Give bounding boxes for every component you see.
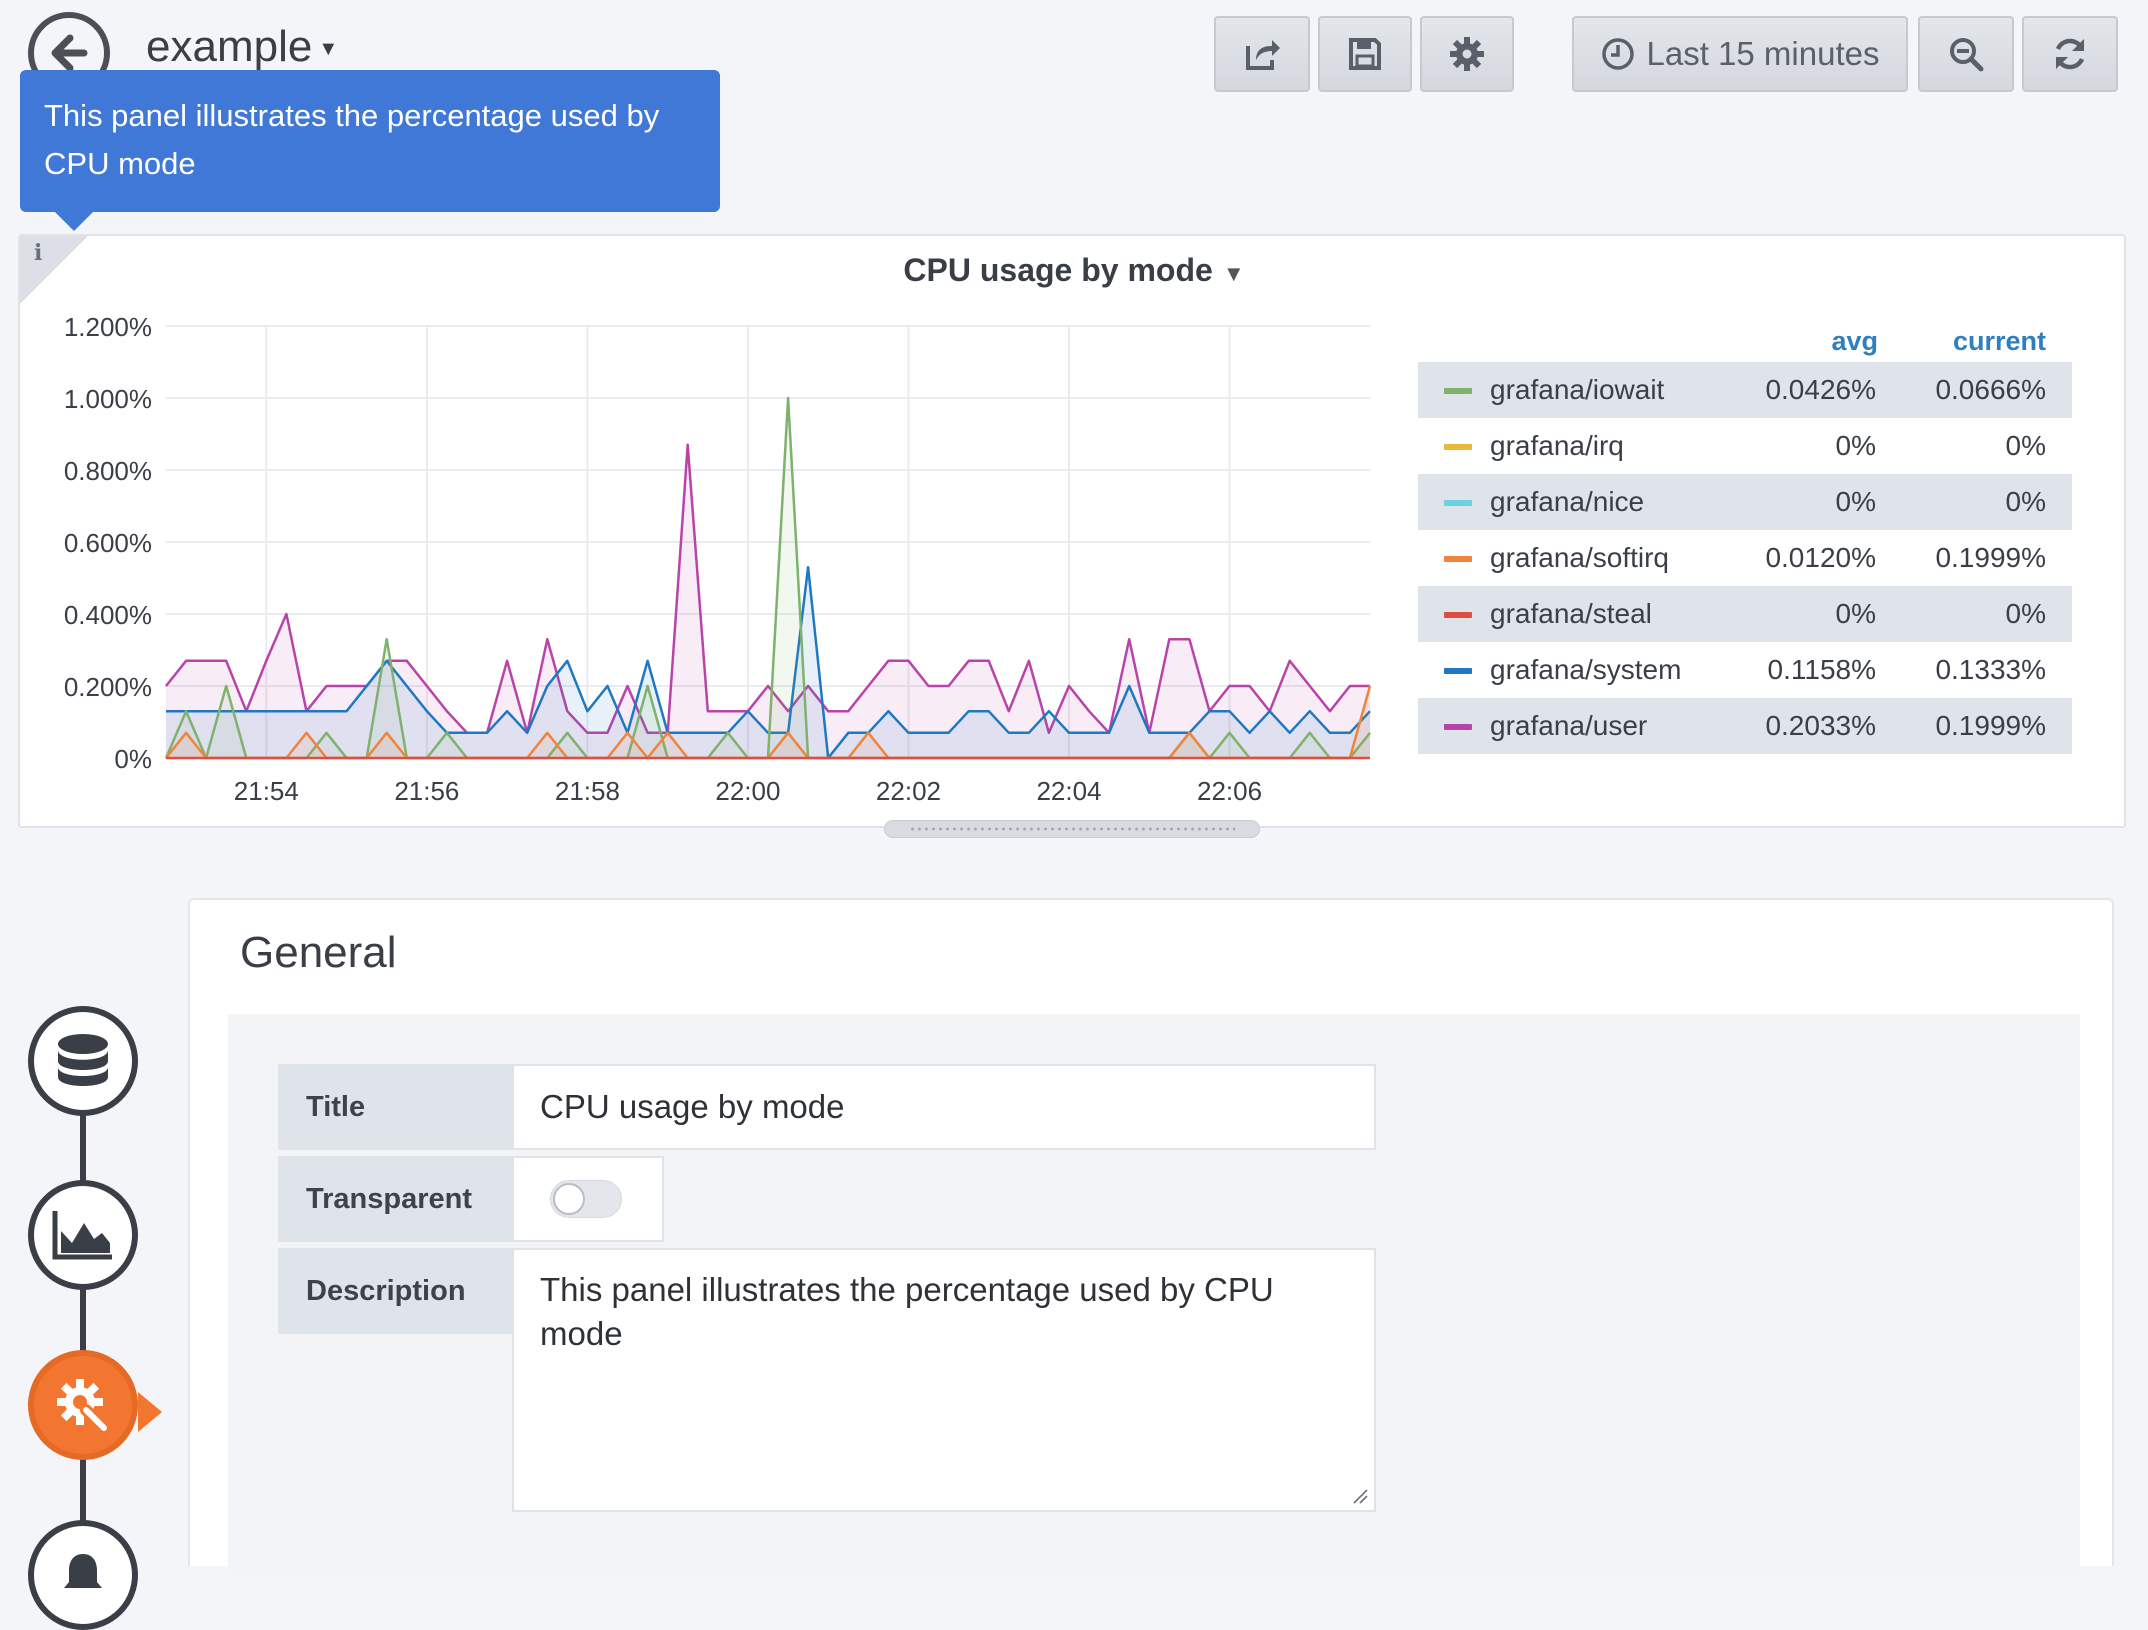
series-color-swatch[interactable] (1444, 724, 1472, 730)
legend-row[interactable]: grafana/iowait 0.0426% 0.0666% (1418, 362, 2072, 418)
legend-col-current[interactable]: current (1953, 326, 2046, 357)
time-range-label: Last 15 minutes (1646, 35, 1880, 72)
y-tick-label: 0.400% (64, 600, 152, 630)
legend-row[interactable]: grafana/irq 0% 0% (1418, 418, 2072, 474)
gear-icon (1450, 37, 1484, 71)
legend-row[interactable]: grafana/system 0.1158% 0.1333% (1418, 642, 2072, 698)
transparent-label: Transparent (278, 1156, 514, 1242)
description-label: Description (278, 1248, 514, 1334)
step-visualization[interactable] (28, 1180, 138, 1290)
time-range-button[interactable]: Last 15 minutes (1572, 16, 1908, 92)
description-textarea-value: This panel illustrates the percentage us… (540, 1271, 1274, 1352)
legend-series-name[interactable]: grafana/steal (1490, 598, 1652, 630)
legend-avg-value: 0% (1835, 598, 1876, 629)
title-input-value: CPU usage by mode (540, 1088, 845, 1125)
bell-icon (64, 1554, 102, 1588)
x-tick-label: 22:04 (1036, 776, 1101, 806)
textarea-resize-icon[interactable] (1352, 1488, 1368, 1504)
legend-series-name[interactable]: grafana/iowait (1490, 374, 1664, 406)
y-tick-label: 1.200% (64, 312, 152, 342)
legend-avg-value: 0% (1835, 430, 1876, 461)
legend-avg-value: 0.1158% (1767, 654, 1876, 685)
step-queries[interactable] (28, 1006, 138, 1116)
x-tick-label: 22:00 (715, 776, 780, 806)
legend-series-name[interactable]: grafana/irq (1490, 430, 1624, 462)
section-title: General (240, 928, 397, 977)
general-options: Title CPU usage by mode Transparent Desc… (228, 1014, 2080, 1574)
toggle-knob (553, 1183, 585, 1215)
description-tooltip: This panel illustrates the percentage us… (20, 70, 720, 212)
legend-avg-value: 0.0120% (1765, 542, 1876, 573)
legend-current-value: 0.1999% (1935, 710, 2046, 741)
panel-resize-handle[interactable] (884, 820, 1260, 838)
x-tick-label: 22:02 (876, 776, 941, 806)
series-color-swatch[interactable] (1444, 388, 1472, 394)
legend-current-value: 0% (2005, 486, 2046, 517)
y-tick-label: 0.800% (64, 456, 152, 486)
legend-current-value: 0% (2005, 598, 2046, 629)
legend-avg-value: 0% (1835, 486, 1876, 517)
legend-series-name[interactable]: grafana/system (1490, 654, 1681, 686)
series-color-swatch[interactable] (1444, 500, 1472, 506)
step-alert[interactable] (28, 1520, 138, 1630)
legend-col-avg[interactable]: avg (1831, 326, 1878, 357)
legend-current-value: 0.1999% (1935, 542, 2046, 573)
legend-row[interactable]: grafana/nice 0% 0% (1418, 474, 2072, 530)
gear-wrench-icon (57, 1379, 110, 1434)
transparent-toggle-box[interactable] (512, 1156, 664, 1242)
share-icon (1246, 40, 1280, 70)
legend-current-value: 0.1333% (1935, 654, 2046, 685)
y-tick-label: 0.200% (64, 672, 152, 702)
description-textarea[interactable]: This panel illustrates the percentage us… (512, 1248, 1376, 1512)
dashboard-title-text: example (146, 22, 313, 71)
tooltip-arrow (54, 211, 94, 231)
tooltip-text: This panel illustrates the percentage us… (44, 98, 660, 181)
zoom-out-button[interactable] (1918, 16, 2014, 92)
legend-series-name[interactable]: grafana/user (1490, 710, 1647, 742)
database-icon (58, 1034, 108, 1086)
series-color-swatch[interactable] (1444, 556, 1472, 562)
series-color-swatch[interactable] (1444, 668, 1472, 674)
refresh-icon (2055, 38, 2085, 70)
x-tick-label: 22:06 (1197, 776, 1262, 806)
active-step-arrow (138, 1392, 162, 1432)
legend-avg-value: 0.0426% (1765, 374, 1876, 405)
y-tick-label: 0.600% (64, 528, 152, 558)
step-general[interactable] (28, 1350, 138, 1460)
wizard-rail (80, 1110, 86, 1570)
legend-current-value: 0.0666% (1935, 374, 2046, 405)
cpu-usage-chart[interactable]: 0% 0.200% 0.400% 0.600% 0.800% 1.000% 1.200% 21… (20, 236, 1410, 830)
save-icon (1349, 38, 1381, 70)
zoom-out-icon (1950, 38, 1984, 72)
legend-table: avg current grafana/iowait 0.0426% 0.0666%… (1418, 318, 2072, 754)
save-button[interactable] (1318, 16, 1412, 92)
y-tick-label: 0% (114, 744, 152, 774)
legend-series-name[interactable]: grafana/softirq (1490, 542, 1669, 574)
graph-panel: i CPU usage by mode ▼ 0% 0.200% 0.400% 0.600… (18, 234, 2126, 828)
y-tick-label: 1.000% (64, 384, 152, 414)
series-color-swatch[interactable] (1444, 612, 1472, 618)
x-tick-label: 21:58 (555, 776, 620, 806)
share-button[interactable] (1214, 16, 1310, 92)
clock-icon (1601, 38, 1634, 70)
legend-series-name[interactable]: grafana/nice (1490, 486, 1644, 518)
legend-row[interactable]: grafana/steal 0% 0% (1418, 586, 2072, 642)
legend-avg-value: 0.2033% (1765, 710, 1876, 741)
legend-current-value: 0% (2005, 430, 2046, 461)
title-label: Title (278, 1064, 514, 1150)
x-tick-label: 21:56 (394, 776, 459, 806)
settings-button[interactable] (1420, 16, 1514, 92)
area-chart-icon (52, 1211, 112, 1260)
dashboard-title[interactable]: example ▼ (146, 22, 338, 72)
legend-header: avg current (1418, 318, 2072, 362)
refresh-button[interactable] (2022, 16, 2118, 92)
chevron-down-icon: ▼ (318, 37, 339, 60)
x-tick-label: 21:54 (234, 776, 299, 806)
title-input[interactable]: CPU usage by mode (512, 1064, 1376, 1150)
legend-row[interactable]: grafana/softirq 0.0120% 0.1999% (1418, 530, 2072, 586)
legend-row[interactable]: grafana/user 0.2033% 0.1999% (1418, 698, 2072, 754)
transparent-toggle[interactable] (550, 1180, 622, 1218)
panel-editor: General Title CPU usage by mode Transpar… (188, 898, 2114, 1574)
series-color-swatch[interactable] (1444, 444, 1472, 450)
